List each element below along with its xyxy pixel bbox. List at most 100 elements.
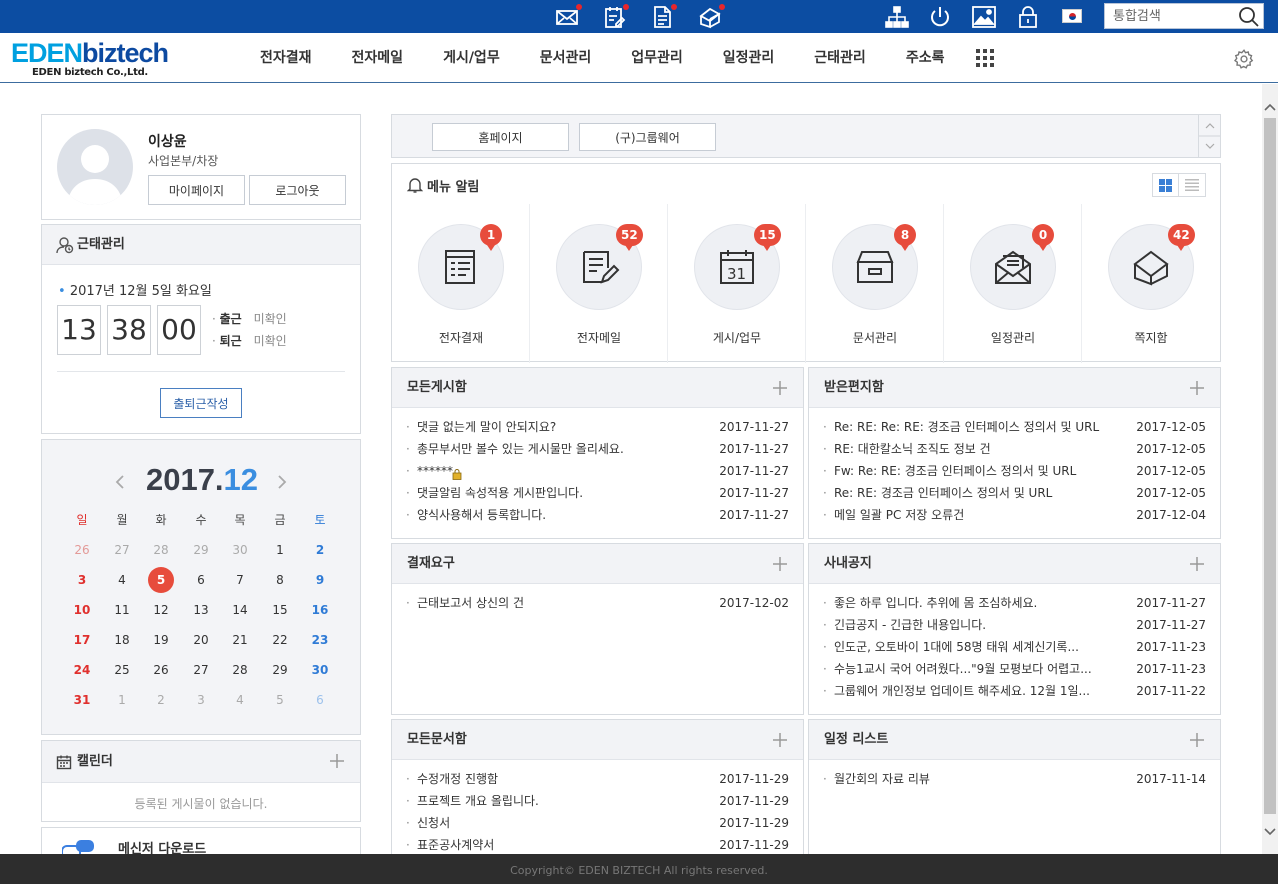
document-icon[interactable] (649, 4, 677, 30)
calendar-day[interactable]: 4 (102, 567, 142, 593)
logout-button[interactable]: 로그아웃 (249, 175, 346, 205)
list-item[interactable]: 인도군, 오토바이 1대에 58명 태워 세계신기록...2017-11-23 (823, 636, 1206, 658)
nav-attendance[interactable]: 근태관리 (794, 33, 886, 83)
list-item[interactable]: 좋은 하루 입니다. 추위에 몸 조심하세요.2017-11-27 (823, 592, 1206, 614)
list-item-title[interactable]: 메일 일괄 PC 저장 오류건 (834, 504, 1134, 526)
list-item[interactable]: 댓글 없는게 말이 안되지요?2017-11-27 (406, 416, 789, 438)
flag-korea-icon[interactable] (1062, 9, 1082, 23)
list-item[interactable]: RE: 대한칼소닉 조직도 정보 건2017-12-05 (823, 438, 1206, 460)
notice-more-icon[interactable] (1188, 555, 1206, 573)
list-item-title[interactable]: 프로젝트 개요 올립니다. (417, 790, 717, 812)
calendar-day[interactable]: 6 (181, 567, 221, 593)
calendar-day[interactable]: 1 (102, 687, 142, 713)
calendar-day[interactable]: 18 (102, 627, 142, 653)
search-icon[interactable] (1237, 5, 1261, 27)
list-item-title[interactable]: 좋은 하루 입니다. 추위에 몸 조심하세요. (834, 592, 1134, 614)
list-item-title[interactable]: 표준공사계약서 (417, 834, 717, 856)
list-item[interactable]: 댓글알림 속성적용 게시판입니다.2017-11-27 (406, 482, 789, 504)
list-item[interactable]: 표준공사계약서2017-11-29 (406, 834, 789, 856)
list-item[interactable]: 신청서2017-11-29 (406, 812, 789, 834)
calendar-day[interactable]: 1 (260, 537, 300, 563)
inbox-more-icon[interactable] (1188, 379, 1206, 397)
apps-grid-icon[interactable] (964, 33, 1006, 83)
list-item-title[interactable]: 댓글 없는게 말이 안되지요? (417, 416, 717, 438)
list-item[interactable]: 긴급공지 - 긴급한 내용입니다.2017-11-27 (823, 614, 1206, 636)
schedule-more-icon[interactable] (1188, 731, 1206, 749)
list-item-title[interactable]: 그룹웨어 개인정보 업데이트 해주세요. 12월 1일... (834, 680, 1134, 702)
calendar-day[interactable]: 12 (141, 597, 181, 623)
company-logo[interactable]: EDENbiztech EDEN biztech Co.,Ltd. (11, 39, 169, 81)
list-item-title[interactable]: 총무부서만 볼수 있는 게시물만 올리세요. (417, 438, 717, 460)
list-item[interactable]: 메일 일괄 PC 저장 오류건2017-12-04 (823, 504, 1206, 526)
nav-documents[interactable]: 문서관리 (520, 33, 612, 83)
list-item-title[interactable]: 양식사용해서 등록합니다. (417, 504, 717, 526)
list-item-title[interactable]: 신청서 (417, 812, 717, 834)
list-item-title[interactable]: 긴급공지 - 긴급한 내용입니다. (834, 614, 1134, 636)
nav-schedule[interactable]: 일정관리 (703, 33, 795, 83)
gear-icon[interactable] (1233, 48, 1255, 70)
list-item-title[interactable]: Re: RE: Re: RE: 경조금 인터페이스 정의서 및 URL (834, 416, 1134, 438)
calendar-day[interactable]: 7 (220, 567, 260, 593)
approval-more-icon[interactable] (771, 555, 789, 573)
list-item[interactable]: 그룹웨어 개인정보 업데이트 해주세요. 12월 1일...2017-11-22 (823, 680, 1206, 702)
nav-mail[interactable]: 전자메일 (332, 33, 424, 83)
calendar-day[interactable]: 30 (300, 657, 340, 683)
menu-alert-item[interactable]: 42 쪽지함 (1082, 204, 1220, 363)
list-item-title[interactable]: 인도군, 오토바이 1대에 58명 태워 세계신기록... (834, 636, 1134, 658)
all-posts-more-icon[interactable] (771, 379, 789, 397)
menu-alert-item[interactable]: 1 전자결재 (392, 204, 530, 363)
calendar-day[interactable]: 27 (181, 657, 221, 683)
nav-board[interactable]: 게시/업무 (423, 33, 520, 83)
list-item[interactable]: 프로젝트 개요 올립니다.2017-11-29 (406, 790, 789, 812)
calendar-day[interactable]: 17 (62, 627, 102, 653)
calendar-day[interactable]: 8 (260, 567, 300, 593)
calendar-day[interactable]: 22 (260, 627, 300, 653)
image-icon[interactable] (971, 4, 997, 30)
calendar-day[interactable]: 20 (181, 627, 221, 653)
menu-alert-item[interactable]: 8 문서관리 (806, 204, 944, 363)
list-item[interactable]: 월간회의 자료 리뷰2017-11-14 (823, 768, 1206, 790)
messenger-panel[interactable]: 메신저 다운로드 (41, 827, 361, 854)
lock-icon[interactable] (1015, 4, 1041, 30)
calendar-day[interactable]: 15 (260, 597, 300, 623)
calendar-day[interactable]: 10 (62, 597, 102, 623)
list-item[interactable]: 수정개정 진행함2017-11-29 (406, 768, 789, 790)
menu-alert-item[interactable]: 31 15 게시/업무 (668, 204, 806, 363)
calendar-day[interactable]: 13 (181, 597, 221, 623)
calendar-day[interactable]: 28 (220, 657, 260, 683)
list-item-title[interactable]: RE: 대한칼소닉 조직도 정보 건 (834, 438, 1134, 460)
scroll-up-icon[interactable] (1262, 98, 1278, 115)
calendar-day[interactable]: 16 (300, 597, 340, 623)
calendar-day[interactable]: 19 (141, 627, 181, 653)
list-item-title[interactable]: 수정개정 진행함 (417, 768, 717, 790)
list-item[interactable]: 수능1교시 국어 어려웠다..."9월 모평보다 어렵고...2017-11-2… (823, 658, 1206, 680)
calendar-add-icon[interactable] (328, 752, 346, 770)
list-item-title[interactable]: ****** (417, 460, 717, 482)
memo-icon[interactable] (697, 4, 725, 30)
mail-icon[interactable] (554, 4, 582, 30)
list-item-title[interactable]: 댓글알림 속성적용 게시판입니다. (417, 482, 717, 504)
list-item[interactable]: 총무부서만 볼수 있는 게시물만 올리세요.2017-11-27 (406, 438, 789, 460)
calendar-day[interactable]: 27 (102, 537, 142, 563)
calendar-day[interactable]: 26 (141, 657, 181, 683)
calendar-day[interactable]: 28 (141, 537, 181, 563)
old-groupware-link-button[interactable]: (구)그룹웨어 (579, 123, 716, 151)
calendar-day[interactable]: 6 (300, 687, 340, 713)
calendar-day[interactable]: 2 (141, 687, 181, 713)
write-attendance-button[interactable]: 출퇴근작성 (160, 388, 242, 418)
calendar-day[interactable]: 14 (220, 597, 260, 623)
calendar-today[interactable]: 5 (148, 567, 174, 593)
power-icon[interactable] (927, 4, 953, 30)
calendar-day[interactable]: 11 (102, 597, 142, 623)
quicklinks-scroller[interactable] (1198, 115, 1221, 157)
list-item[interactable]: 근태보고서 상신의 건2017-12-02 (406, 592, 789, 614)
calendar-day[interactable]: 3 (181, 687, 221, 713)
list-item-title[interactable]: 월간회의 자료 리뷰 (834, 768, 1134, 790)
list-item-title[interactable]: 수능1교시 국어 어려웠다..."9월 모평보다 어렵고... (834, 658, 1134, 680)
grid-view-icon[interactable] (1153, 174, 1179, 196)
menu-alert-item[interactable]: 52 전자메일 (530, 204, 668, 363)
list-item[interactable]: Re: RE: Re: RE: 경조금 인터페이스 정의서 및 URL2017-… (823, 416, 1206, 438)
calendar-day[interactable]: 23 (300, 627, 340, 653)
calendar-day[interactable]: 21 (220, 627, 260, 653)
calendar-day[interactable]: 5 (260, 687, 300, 713)
